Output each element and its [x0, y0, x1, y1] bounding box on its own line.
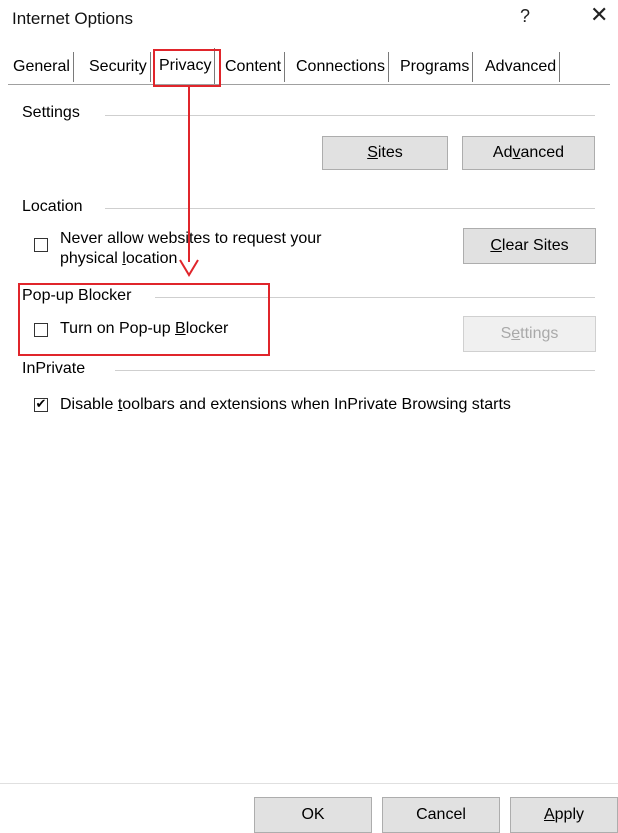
privacy-tab-highlight	[153, 49, 221, 87]
tab-programs[interactable]: Programs	[397, 52, 474, 82]
sites-button[interactable]: Sites	[322, 136, 448, 170]
location-label-post: ocation	[125, 250, 178, 267]
settings-group-label: Settings	[22, 104, 88, 122]
tab-label: Programs	[400, 58, 470, 75]
apply-label-key: A	[543, 806, 555, 823]
popup-settings-button[interactable]: Settings	[463, 316, 596, 352]
annotation-arrow-line	[188, 86, 190, 262]
ok-button[interactable]: OK	[254, 797, 372, 833]
settings-group-rule	[105, 115, 595, 116]
tab-connections[interactable]: Connections	[293, 52, 389, 82]
inprivate-group-label: InPrivate	[22, 360, 94, 378]
never-allow-location-label-2: physical location	[60, 250, 177, 268]
tab-label: Advanced	[485, 58, 557, 75]
window-title: Internet Options	[12, 9, 133, 28]
annotation-arrow-head-icon	[179, 259, 199, 277]
advanced-button[interactable]: Advanced	[462, 136, 595, 170]
tab-label: Content	[225, 58, 282, 75]
popup-settings-label-pre: S	[500, 325, 512, 342]
clear-sites-label-key: C	[490, 237, 502, 254]
advanced-label-post: anced	[520, 144, 565, 161]
inprivate-label-post: oolbars and extensions when InPrivate Br…	[122, 396, 511, 413]
popup-settings-label-key: e	[511, 325, 521, 342]
popup-settings-label-post: ttings	[520, 325, 559, 342]
sites-label-key: S	[367, 144, 378, 161]
clear-sites-label-post: lear Sites	[501, 237, 569, 254]
cancel-button[interactable]: Cancel	[382, 797, 500, 833]
inprivate-group-rule	[115, 370, 595, 371]
sites-label-post: ites	[377, 144, 403, 161]
tab-security[interactable]: Security	[86, 52, 151, 82]
apply-label-post: pply	[554, 806, 585, 823]
disable-toolbars-label: Disable toolbars and extensions when InP…	[60, 396, 511, 414]
location-label-pre: physical	[60, 250, 123, 267]
footer-divider	[0, 783, 618, 784]
inprivate-label-pre: Disable	[60, 396, 118, 413]
help-button[interactable]: ?	[520, 6, 530, 27]
tab-general[interactable]: General	[10, 52, 74, 82]
tab-label: General	[13, 58, 70, 75]
location-group-rule	[105, 208, 595, 209]
tab-advanced[interactable]: Advanced	[482, 52, 561, 82]
never-allow-location-label-1: Never allow websites to request your	[60, 230, 322, 247]
apply-button[interactable]: Apply	[510, 797, 618, 833]
tab-label: Security	[89, 58, 147, 75]
privacy-panel	[10, 85, 608, 763]
popup-blocker-highlight	[18, 283, 270, 356]
clear-sites-button[interactable]: Clear Sites	[463, 228, 596, 264]
disable-toolbars-checkbox[interactable]: ✔	[34, 398, 48, 412]
advanced-label-pre: Ad	[492, 144, 513, 161]
location-group-label: Location	[22, 198, 91, 216]
tab-label: Connections	[296, 58, 385, 75]
close-icon[interactable]: ✕	[590, 3, 608, 28]
never-allow-location-checkbox[interactable]	[34, 238, 48, 252]
tab-content[interactable]: Content	[222, 52, 286, 82]
